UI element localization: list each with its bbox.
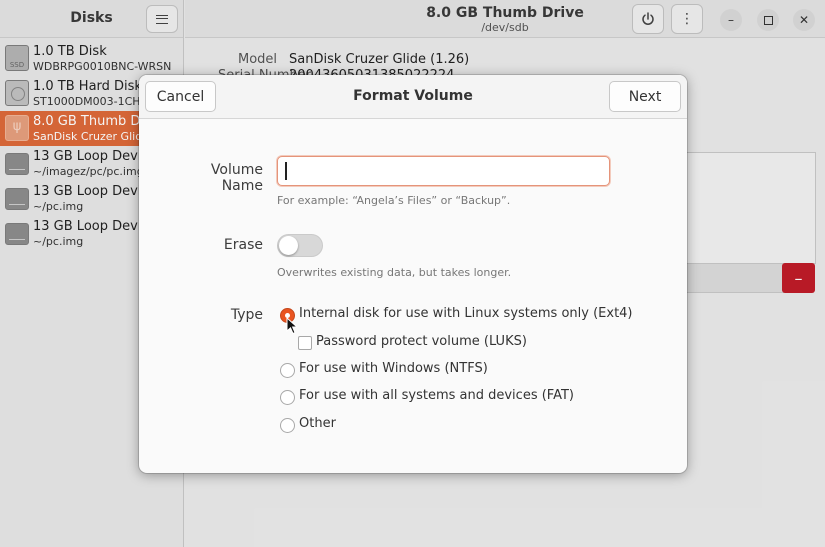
volume-name-label: Volume Name [210, 162, 263, 194]
luks-checkbox[interactable] [298, 336, 312, 350]
erase-hint: Overwrites existing data, but takes long… [277, 266, 512, 279]
mouse-pointer-icon [286, 317, 299, 335]
volume-name-input[interactable] [277, 156, 610, 186]
volume-name-hint: For example: “Angela’s Files” or “Backup… [277, 194, 511, 207]
radio-button[interactable] [280, 363, 295, 378]
luks-label: Password protect volume (LUKS) [316, 334, 527, 349]
text-caret [285, 162, 287, 180]
option-label: Internal disk for use with Linux systems… [299, 306, 633, 321]
radio-button[interactable] [280, 390, 295, 405]
dialog-title: Format Volume [353, 88, 473, 104]
option-label: Other [299, 416, 336, 431]
next-button[interactable]: Next [609, 81, 681, 112]
erase-label: Erase [223, 237, 263, 253]
format-volume-dialog: Cancel Format Volume Next Volume Name Fo… [139, 75, 687, 473]
erase-toggle[interactable] [277, 234, 323, 257]
dialog-header: Cancel Format Volume Next [139, 75, 687, 119]
radio-button[interactable] [280, 418, 295, 433]
option-label: For use with Windows (NTFS) [299, 361, 488, 376]
type-label: Type [230, 307, 263, 323]
toggle-knob [279, 236, 298, 255]
option-label: For use with all systems and devices (FA… [299, 388, 574, 403]
